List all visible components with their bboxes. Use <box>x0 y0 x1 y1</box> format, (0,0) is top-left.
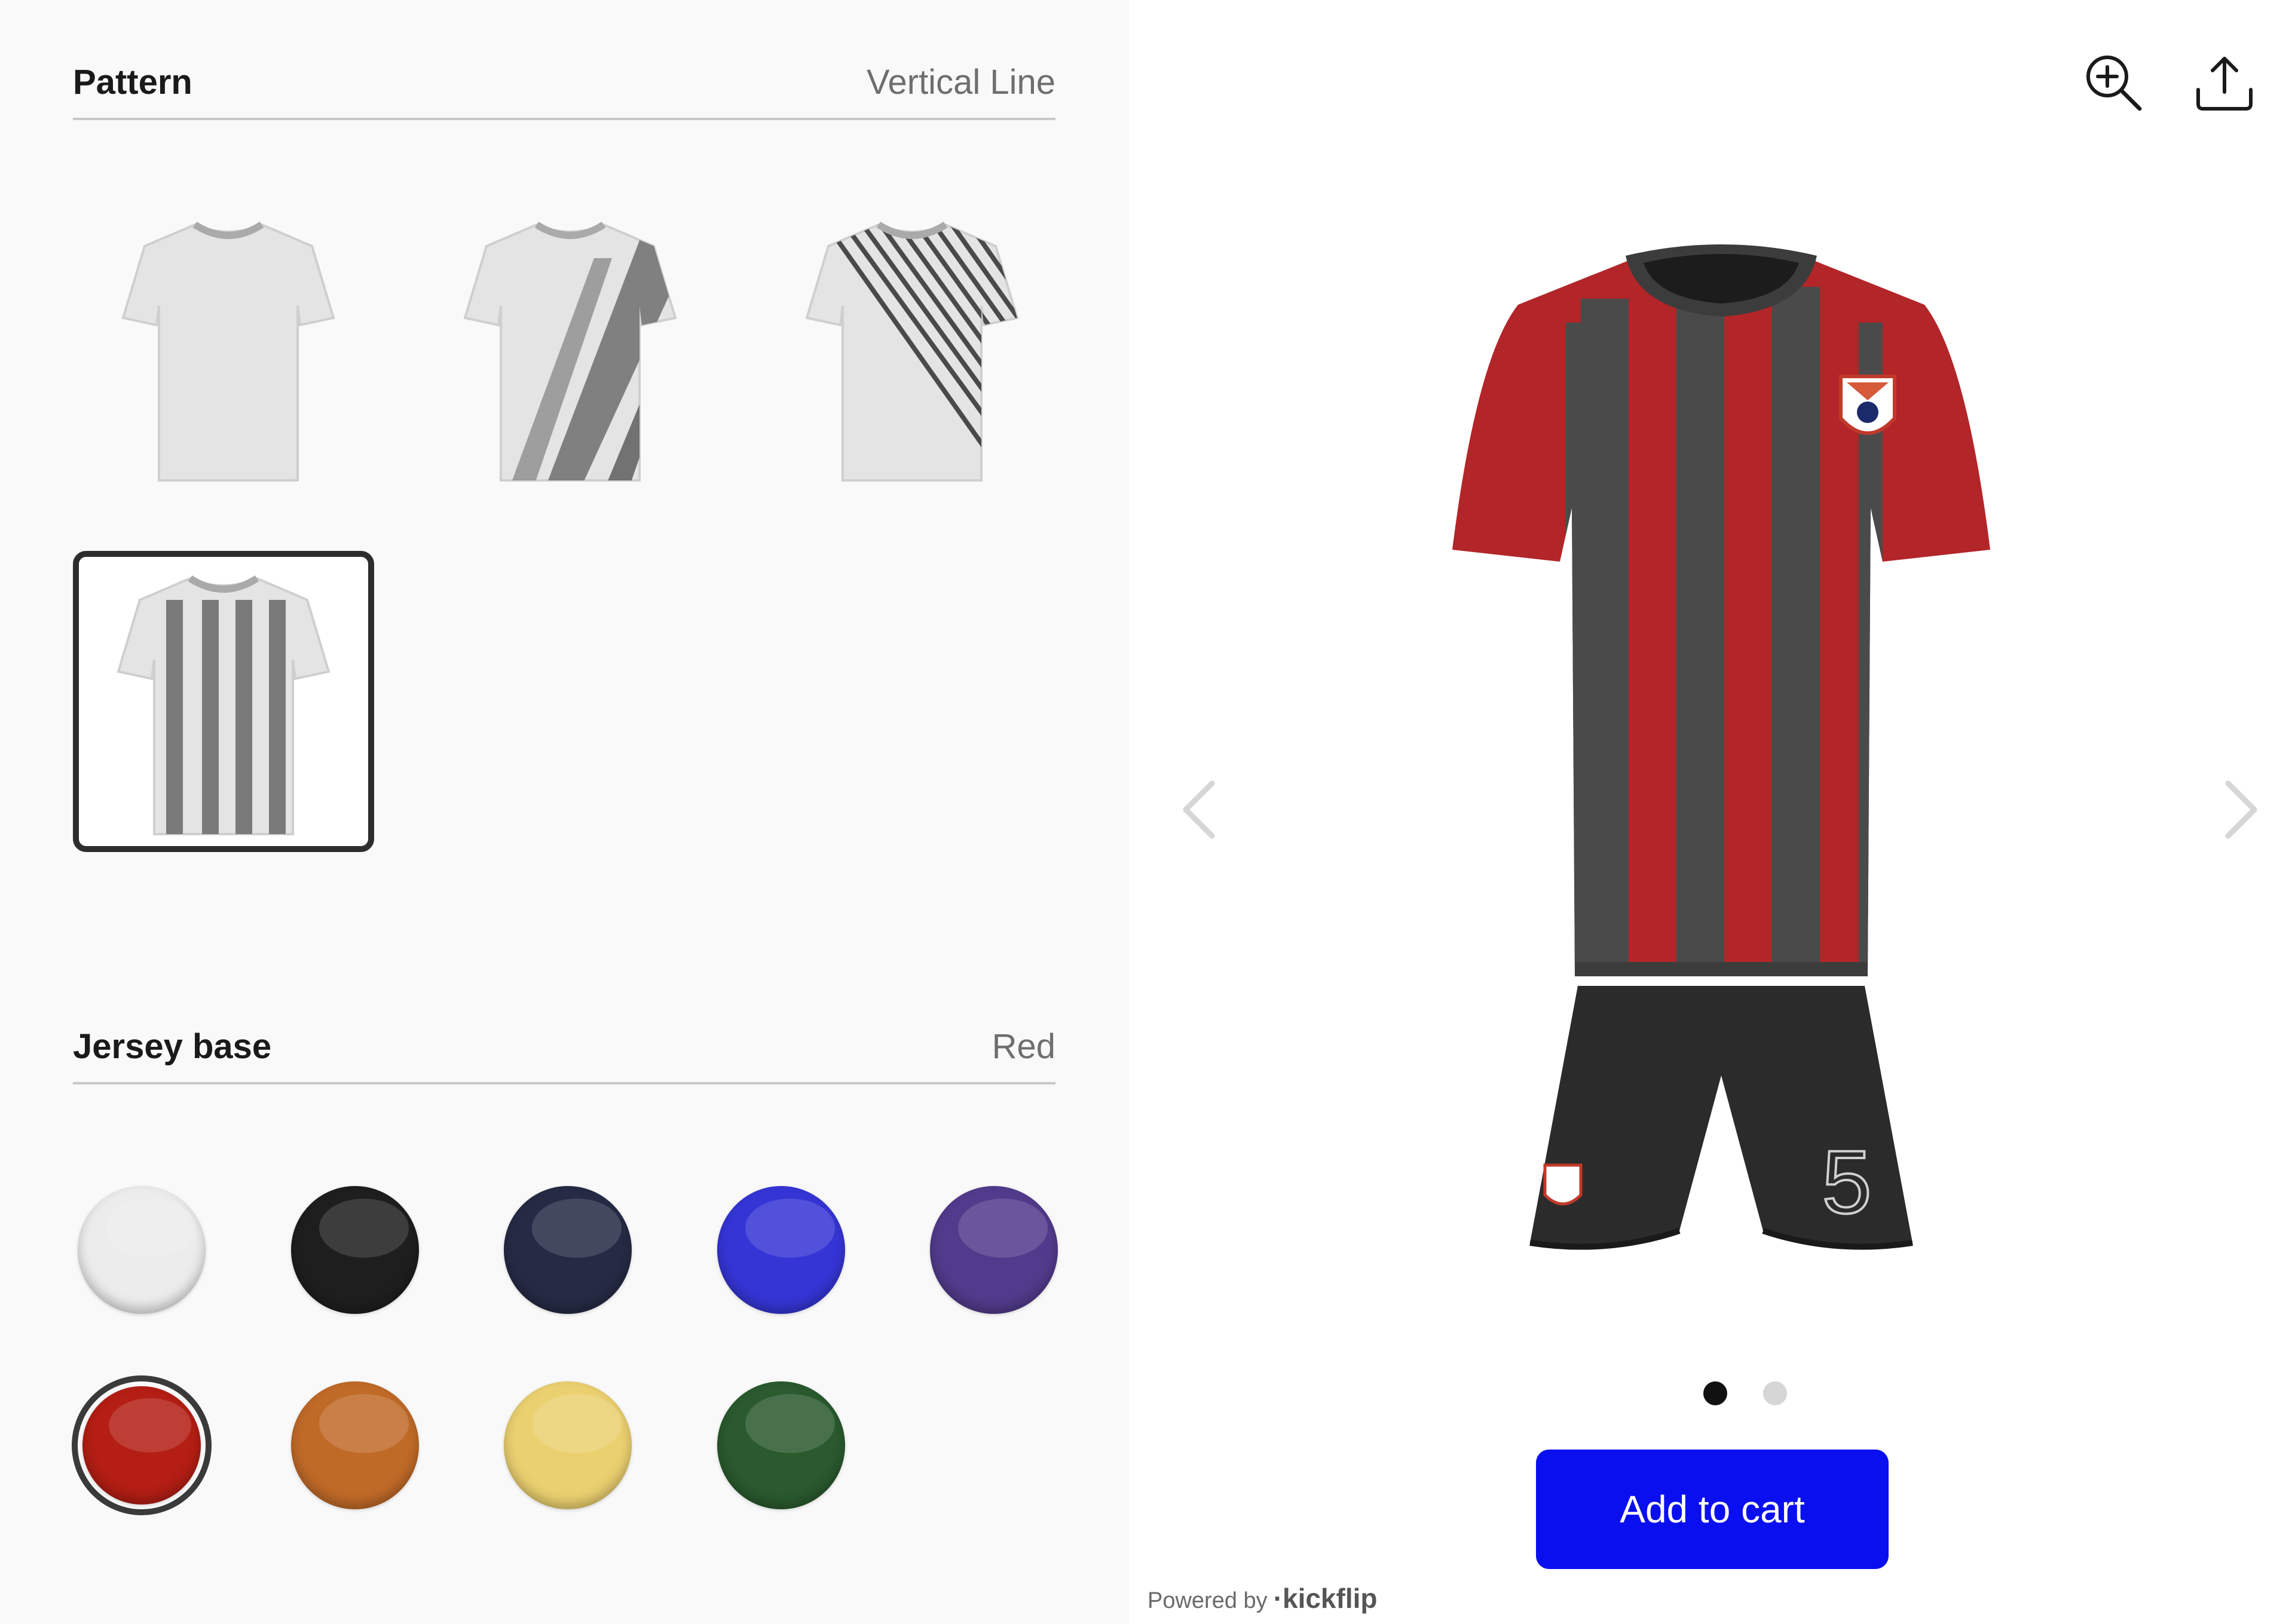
color-swatch-green[interactable] <box>717 1381 845 1509</box>
color-swatch-black[interactable] <box>291 1186 419 1314</box>
shorts-crest-icon <box>1543 1163 1583 1206</box>
powered-by-label: Powered by <box>1148 1588 1268 1613</box>
color-swatch-red[interactable] <box>82 1386 201 1505</box>
pattern-option-diagonal-lines[interactable] <box>761 197 1063 498</box>
pattern-option-vertical-line[interactable] <box>73 551 374 852</box>
color-swatch-white[interactable] <box>78 1186 206 1314</box>
next-view-arrow-icon[interactable] <box>2217 777 2265 842</box>
upload-share-icon <box>2196 57 2253 111</box>
pattern-option-plain[interactable] <box>78 197 379 498</box>
kit-preview-image: 5 <box>1452 244 1990 1250</box>
jersey-base-section-header: Jersey base Red <box>73 1027 1055 1084</box>
product-preview-panel: 5 Add to cart Powered by ·kickflip <box>1130 0 2295 1624</box>
previous-view-arrow-icon[interactable] <box>1175 777 1223 842</box>
diagonal-brush-jersey-thumbnail <box>463 221 677 482</box>
carousel-dot-2[interactable] <box>1763 1381 1787 1405</box>
pattern-section-header: Pattern Vertical Line <box>73 62 1055 120</box>
kickflip-logo[interactable]: ·kickflip <box>1274 1582 1378 1614</box>
shorts-number: 5 <box>1822 1132 1871 1232</box>
customizer-panel: Pattern Vertical Line Jersey base Red <box>0 0 1130 1624</box>
powered-by-footer: Powered by ·kickflip <box>1148 1582 1378 1614</box>
jersey-base-title: Jersey base <box>73 1027 272 1066</box>
color-swatch-purple[interactable] <box>930 1186 1058 1314</box>
vertical-line-jersey-thumbnail <box>117 575 331 835</box>
jersey-crest-icon <box>1839 375 1896 435</box>
add-to-cart-button[interactable]: Add to cart <box>1536 1450 1889 1569</box>
share-button[interactable] <box>2189 47 2260 118</box>
plain-jersey-thumbnail <box>121 221 335 482</box>
zoom-in-button[interactable] <box>2077 47 2149 118</box>
carousel-dot-1[interactable] <box>1703 1381 1727 1405</box>
color-swatch-orange[interactable] <box>291 1381 419 1509</box>
color-swatch-yellow[interactable] <box>504 1381 632 1509</box>
pattern-option-diagonal-brush[interactable] <box>420 197 721 498</box>
pattern-selected-value: Vertical Line <box>867 63 1055 102</box>
color-swatch-blue[interactable] <box>717 1186 845 1314</box>
color-swatch-navy[interactable] <box>504 1186 632 1314</box>
pattern-title: Pattern <box>73 63 192 102</box>
zoom-in-icon <box>2086 56 2142 111</box>
diagonal-lines-jersey-thumbnail <box>805 221 1019 482</box>
jersey-base-selected-value: Red <box>992 1027 1055 1066</box>
